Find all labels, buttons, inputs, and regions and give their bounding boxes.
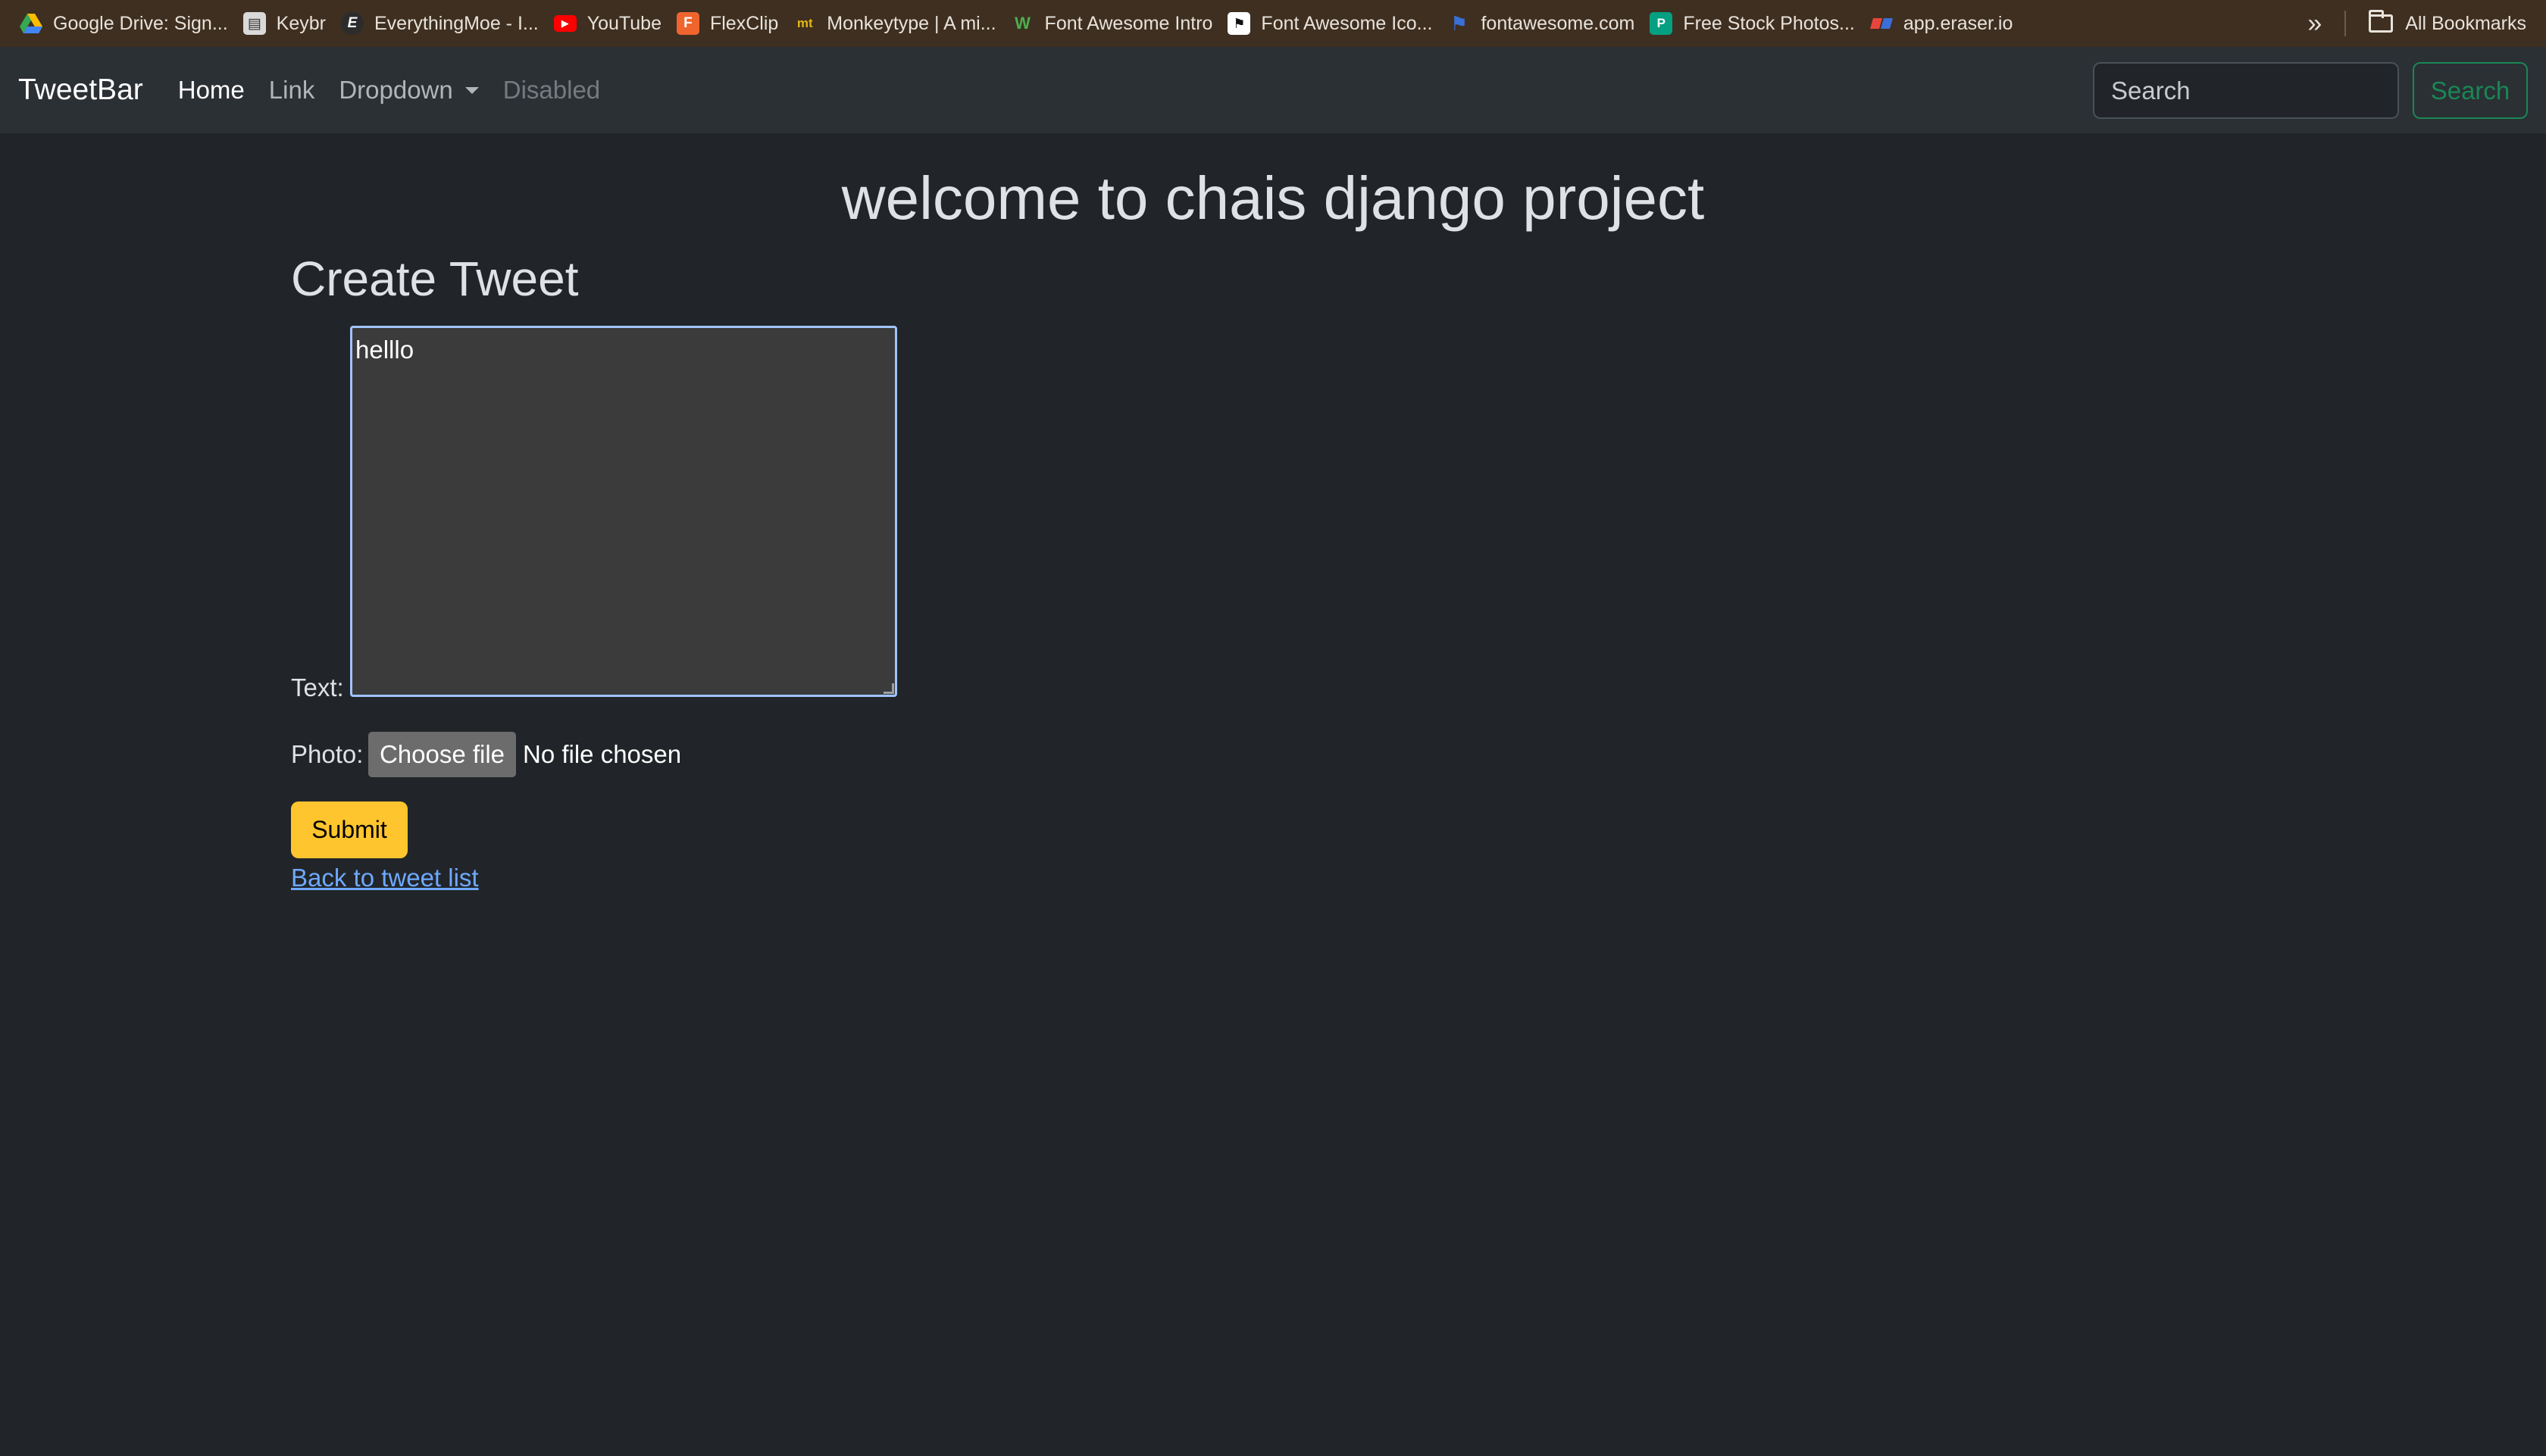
navbar-brand[interactable]: TweetBar: [18, 73, 143, 107]
bookmark-label: YouTube: [586, 12, 662, 34]
bookmark-font-awesome-icons[interactable]: ⚑ Font Awesome Ico...: [1225, 0, 1444, 47]
bookmark-monkeytype[interactable]: mt Monkeytype | A mi...: [790, 0, 1008, 47]
pexels-icon: P: [1650, 12, 1673, 35]
text-label: Text:: [291, 673, 344, 701]
bookmark-flexclip[interactable]: F FlexClip: [674, 0, 790, 47]
flexclip-icon: F: [676, 12, 699, 35]
divider: [2344, 11, 2347, 36]
navbar: TweetBar Home Link Dropdown Disabled Sea…: [0, 47, 2546, 133]
photo-label: Photo:: [291, 740, 364, 768]
bookmark-label: app.eraser.io: [1903, 12, 2013, 34]
nav-link-disabled: Disabled: [502, 76, 601, 104]
bookmark-label: fontawesome.com: [1481, 12, 1635, 34]
bookmark-label: Keybr: [276, 12, 326, 34]
bookmark-fontawesome[interactable]: ⚑ fontawesome.com: [1444, 0, 1647, 47]
chevron-double-right-icon[interactable]: »: [2307, 9, 2322, 39]
file-status: No file chosen: [523, 740, 682, 768]
folder-icon: [2369, 10, 2394, 33]
bookmark-label: Free Stock Photos...: [1683, 12, 1855, 34]
youtube-icon: ▶: [553, 15, 577, 32]
nav-link-link[interactable]: Link: [269, 76, 315, 105]
bookmark-everythingmoe[interactable]: E EverythingMoe - I...: [338, 0, 551, 47]
eraser-icon: [1869, 12, 1893, 35]
google-drive-icon: [20, 12, 42, 35]
submit-button[interactable]: Submit: [291, 801, 408, 858]
search-input[interactable]: [2093, 62, 2399, 119]
fontawesome-flag-icon: ⚑: [1450, 11, 1468, 35]
bookmark-google-drive[interactable]: Google Drive: Sign...: [17, 0, 240, 47]
bookmark-keybr[interactable]: ▤ Keybr: [240, 0, 338, 47]
choose-file-button[interactable]: Choose file: [368, 732, 516, 777]
keybr-icon: ▤: [242, 12, 266, 35]
tweet-text-input[interactable]: helllo: [350, 326, 897, 697]
flag-icon: ⚑: [1228, 12, 1251, 35]
all-bookmarks-button[interactable]: All Bookmarks: [2405, 13, 2526, 35]
nav-dropdown[interactable]: Dropdown: [339, 76, 479, 105]
bookmark-eraser[interactable]: app.eraser.io: [1867, 0, 2025, 47]
font-awesome-intro-icon: W: [1015, 14, 1031, 33]
resize-handle-icon[interactable]: [884, 683, 894, 694]
nav-dropdown-label: Dropdown: [339, 76, 453, 104]
bookmarks-bar-right: » All Bookmarks: [2307, 0, 2526, 47]
bookmark-label: Google Drive: Sign...: [53, 12, 228, 34]
bookmark-label: FlexClip: [709, 12, 779, 34]
create-tweet-heading: Create Tweet: [291, 252, 579, 306]
bookmark-label: Font Awesome Ico...: [1261, 12, 1433, 34]
back-to-tweet-list-link[interactable]: Back to tweet list: [291, 864, 479, 892]
caret-down-icon: [464, 86, 479, 94]
monkeytype-icon: mt: [796, 16, 813, 30]
everythingmoe-icon: E: [340, 12, 364, 35]
bookmarks-bar: Google Drive: Sign... ▤ Keybr E Everythi…: [0, 0, 2546, 47]
bookmark-font-awesome-intro[interactable]: W Font Awesome Intro: [1009, 0, 1225, 47]
nav-link-home[interactable]: Home: [178, 76, 245, 105]
bookmark-label: Monkeytype | A mi...: [827, 12, 996, 34]
bookmark-free-stock-photos[interactable]: P Free Stock Photos...: [1647, 0, 1867, 47]
bookmark-youtube[interactable]: ▶ YouTube: [551, 0, 674, 47]
page-title: welcome to chais django project: [841, 164, 1705, 232]
bookmark-label: Font Awesome Intro: [1044, 12, 1213, 34]
bookmark-label: EverythingMoe - I...: [374, 12, 539, 34]
search-button[interactable]: Search: [2413, 62, 2528, 119]
